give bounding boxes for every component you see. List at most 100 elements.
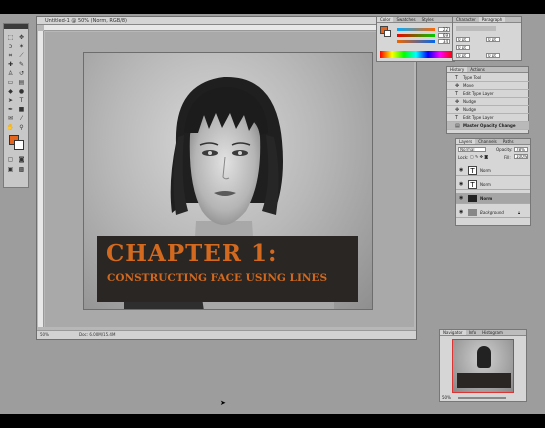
background-color-swatch[interactable] <box>14 140 24 150</box>
green-value[interactable]: 69 <box>438 33 450 38</box>
eye-icon[interactable]: ◉ <box>459 182 463 187</box>
history-panel-tabs: History Actions <box>447 67 528 73</box>
history-item[interactable]: ✥ Move <box>447 82 529 90</box>
indent-left-field[interactable]: 0 pt <box>456 37 470 42</box>
move-tool-icon[interactable]: ✥ <box>17 34 26 41</box>
paragraph-panel-tabs: Character Paragraph <box>453 17 521 23</box>
eyedropper-tool-icon[interactable]: ⁄ <box>17 115 26 122</box>
color-spectrum-ramp[interactable] <box>380 51 452 58</box>
eye-icon[interactable]: ◉ <box>459 210 463 215</box>
type-tool-icon: T <box>455 91 459 97</box>
history-item[interactable]: ✥ Nudge <box>447 98 529 106</box>
brush-tool-icon[interactable]: ✎ <box>17 61 26 68</box>
tab-color[interactable]: Color <box>377 17 394 22</box>
paragraph-panel: Character Paragraph 0 pt 0 pt 0 pt 0 pt 0… <box>452 16 522 61</box>
crop-tool-icon[interactable]: ⌗ <box>6 52 15 59</box>
path-selection-tool-icon[interactable]: ➤ <box>6 97 15 104</box>
mouse-pointer-icon: ➤ <box>220 399 226 407</box>
hand-tool-icon[interactable]: ✋ <box>6 124 15 131</box>
tab-paragraph[interactable]: Paragraph <box>478 17 506 22</box>
indent-first-field[interactable]: 0 pt <box>456 45 470 50</box>
pen-tool-icon[interactable]: ✒ <box>6 106 15 113</box>
ruler-vertical <box>38 31 44 327</box>
layer-row[interactable]: ◉ T Norm <box>456 179 530 190</box>
history-brush-tool-icon[interactable]: ↺ <box>17 70 26 77</box>
green-slider[interactable] <box>397 34 435 37</box>
history-item[interactable]: T Edit Type Layer <box>447 114 529 122</box>
tab-history[interactable]: History <box>447 67 468 72</box>
layer-thumbnail <box>468 195 477 202</box>
blur-tool-icon[interactable]: ◆ <box>6 88 15 95</box>
navigator-zoom-slider[interactable] <box>458 397 506 399</box>
blend-mode-select[interactable]: Normal <box>458 147 486 152</box>
letterbox-bottom <box>0 414 545 428</box>
fill-field[interactable]: 100% <box>514 154 528 159</box>
eraser-tool-icon[interactable]: ▭ <box>6 79 15 86</box>
nudge-icon: ✥ <box>455 99 460 105</box>
blue-value[interactable]: 34 <box>438 39 450 44</box>
toolbox: ⬚ ✥ ↄ ✶ ⌗ ⟋ ✚ ✎ ♙ ↺ ▭ ▤ ◆ ● ➤ T ✒ ■ ✉ ⁄ … <box>3 23 29 188</box>
lock-icons[interactable]: ▢ ✎ ✥ ◙ <box>470 154 488 159</box>
chapter-heading: CHAPTER 1: <box>106 240 278 267</box>
color-panel: Color Swatches Styles 22 69 34 <box>376 16 455 62</box>
tab-swatches[interactable]: Swatches <box>393 17 418 22</box>
tab-channels[interactable]: Channels <box>475 139 500 144</box>
navigator-thumbnail[interactable] <box>452 339 514 393</box>
red-slider[interactable] <box>397 28 435 31</box>
color-background-swatch[interactable] <box>384 30 391 37</box>
history-panel: History Actions T Type Tool ✥ Move T Edit Ty… <box>446 66 529 134</box>
clone-stamp-tool-icon[interactable]: ♙ <box>6 70 15 77</box>
notes-tool-icon[interactable]: ✉ <box>6 115 15 122</box>
layer-row[interactable]: ◉ Background 🔒︎ <box>456 207 530 218</box>
magic-wand-tool-icon[interactable]: ✶ <box>17 43 26 50</box>
tab-info[interactable]: Info <box>466 330 480 335</box>
doc-info[interactable]: Doc: 6.00M/15.4M <box>79 331 115 339</box>
lasso-tool-icon[interactable]: ↄ <box>6 43 15 50</box>
dodge-tool-icon[interactable]: ● <box>17 88 26 95</box>
tab-character[interactable]: Character <box>453 17 479 22</box>
eye-icon[interactable]: ◉ <box>459 196 463 201</box>
healing-brush-tool-icon[interactable]: ✚ <box>6 61 15 68</box>
tab-layers[interactable]: Layers <box>456 139 476 144</box>
layers-panel-tabs: Layers Channels Paths <box>456 139 530 145</box>
space-before-field[interactable]: 0 pt <box>456 53 470 58</box>
tab-actions[interactable]: Actions <box>467 67 488 72</box>
chapter-subheading: CONSTRUCTING FACE USING LINES <box>107 272 328 284</box>
navigator-panel-tabs: Navigator Info Histogram <box>440 330 526 336</box>
eye-icon[interactable]: ◉ <box>459 168 463 173</box>
document-title[interactable]: Untitled-1 @ 50% (Norm, RGB/8) <box>37 17 416 25</box>
tab-paths[interactable]: Paths <box>500 139 517 144</box>
layer-row[interactable]: ◉ T Norm <box>456 165 530 176</box>
space-after-field[interactable]: 0 pt <box>486 53 500 58</box>
background-thumbnail <box>468 209 477 216</box>
quick-mask-off-icon[interactable]: ▢ <box>6 156 15 163</box>
layer-row-selected[interactable]: ◉ Norm <box>456 193 530 204</box>
tab-histogram[interactable]: Histogram <box>479 330 506 335</box>
opacity-field[interactable]: 78% <box>514 147 528 152</box>
tab-styles[interactable]: Styles <box>419 17 437 22</box>
screen-mode-standard-icon[interactable]: ▣ <box>6 166 15 173</box>
quick-mask-on-icon[interactable]: ◙ <box>17 156 26 163</box>
marquee-tool-icon[interactable]: ⬚ <box>6 34 15 41</box>
toolbox-header[interactable] <box>4 24 28 29</box>
thumbnail-banner <box>457 373 511 388</box>
indent-right-field[interactable]: 0 pt <box>486 37 500 42</box>
type-tool-icon[interactable]: T <box>17 97 26 104</box>
zoom-level[interactable]: 50% <box>40 331 49 339</box>
history-item[interactable]: T Type Tool <box>447 74 529 82</box>
navigator-zoom[interactable]: 50% <box>442 395 451 400</box>
history-item[interactable]: ✥ Nudge <box>447 106 529 114</box>
blue-slider[interactable] <box>397 40 435 43</box>
align-buttons[interactable] <box>456 26 496 31</box>
screen-mode-full-icon[interactable]: ▩ <box>17 166 26 173</box>
shape-tool-icon[interactable]: ■ <box>17 106 26 113</box>
move-icon: ✥ <box>455 83 460 89</box>
zoom-tool-icon[interactable]: ⚲ <box>17 124 26 131</box>
type-tool-icon: T <box>455 115 459 121</box>
history-item-selected[interactable]: ▤ Master Opacity Change <box>447 122 529 130</box>
red-value[interactable]: 22 <box>438 27 450 32</box>
slice-tool-icon[interactable]: ⟋ <box>17 52 26 59</box>
history-item[interactable]: T Edit Type Layer <box>447 90 529 98</box>
gradient-tool-icon[interactable]: ▤ <box>17 79 26 86</box>
tab-navigator[interactable]: Navigator <box>440 330 466 335</box>
